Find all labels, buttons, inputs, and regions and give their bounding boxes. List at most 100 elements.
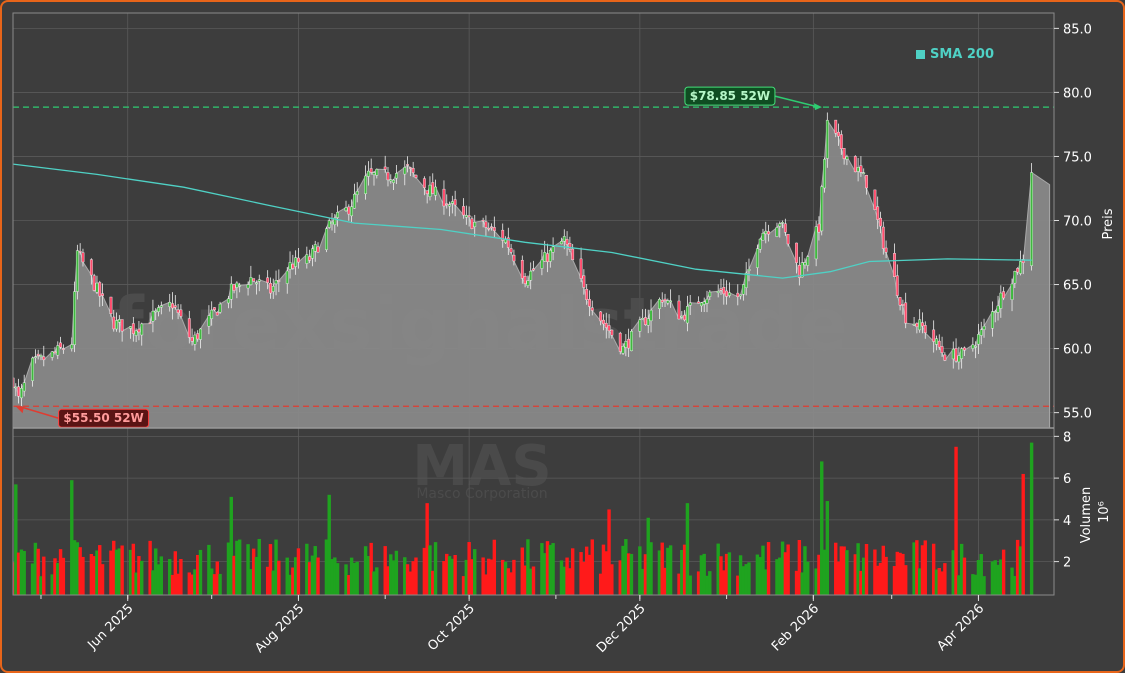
candle-body bbox=[509, 248, 513, 253]
candle-body bbox=[257, 279, 261, 282]
candle-body bbox=[862, 172, 866, 174]
candle-body bbox=[95, 282, 99, 293]
date-tick-label: Feb 2026 bbox=[769, 601, 822, 654]
candle-body bbox=[599, 311, 603, 322]
volume-tick-label: 8 bbox=[1063, 430, 1071, 445]
volume-bar bbox=[277, 560, 281, 595]
volume-bar bbox=[610, 564, 614, 595]
candle-body bbox=[406, 164, 409, 166]
volume-bar bbox=[982, 576, 986, 595]
candle-body bbox=[81, 252, 85, 263]
candle-body bbox=[98, 282, 102, 297]
volume-bar bbox=[22, 550, 26, 595]
candle-body bbox=[428, 184, 432, 197]
candle-body bbox=[422, 178, 426, 188]
candle-body bbox=[285, 270, 289, 284]
candle-body bbox=[112, 316, 116, 330]
candle-body bbox=[78, 251, 82, 253]
candle-body bbox=[70, 344, 74, 349]
candle-body bbox=[36, 353, 40, 356]
candle-body bbox=[1030, 172, 1034, 266]
high-52w-label: $78.85 52W bbox=[690, 89, 770, 103]
candle-body bbox=[845, 156, 849, 160]
volume-bar bbox=[531, 566, 536, 595]
candle-body bbox=[641, 318, 645, 320]
candle-body bbox=[820, 186, 824, 232]
volume-bar bbox=[590, 539, 594, 595]
candle-body bbox=[403, 167, 407, 175]
volume-bar bbox=[237, 539, 242, 595]
candle-body bbox=[383, 166, 387, 170]
candle-body bbox=[31, 357, 34, 381]
candle-body bbox=[311, 248, 314, 259]
volume-tick-label: 2 bbox=[1063, 556, 1071, 571]
candle-body bbox=[229, 283, 233, 300]
candle-body bbox=[747, 269, 751, 271]
stock-chart: forexsignalstrade $78.85 52W$55.50 52W M… bbox=[12, 12, 1116, 656]
volume-bar bbox=[159, 556, 164, 595]
candle-body bbox=[467, 215, 471, 218]
candle-body bbox=[470, 218, 474, 229]
date-tick-label: Oct 2025 bbox=[425, 601, 478, 654]
candle-body bbox=[350, 206, 354, 217]
price-tick-label: 80.0 bbox=[1063, 86, 1092, 101]
candle-body bbox=[806, 256, 810, 266]
candle-body bbox=[327, 220, 331, 228]
date-tick-label: Dec 2025 bbox=[594, 601, 649, 656]
candle-body bbox=[386, 172, 390, 181]
volume-tick-label: 4 bbox=[1063, 514, 1071, 529]
candle-body bbox=[814, 226, 818, 260]
volume-bar bbox=[884, 556, 888, 595]
volume-bar bbox=[649, 542, 653, 595]
candle-body bbox=[823, 159, 826, 189]
candle-body bbox=[741, 284, 745, 295]
candle-body bbox=[624, 341, 628, 348]
candle-body bbox=[618, 332, 622, 352]
candle-body bbox=[904, 302, 908, 324]
candle-body bbox=[89, 259, 93, 276]
candle-body bbox=[448, 204, 451, 207]
price-tick-label: 55.0 bbox=[1063, 407, 1092, 422]
volume-bar bbox=[629, 553, 634, 595]
candle-body bbox=[1016, 268, 1020, 273]
volume-axis-scale: 10⁶ bbox=[1097, 501, 1112, 523]
candle-body bbox=[697, 301, 701, 304]
candle-body bbox=[565, 239, 569, 245]
candle-body bbox=[227, 298, 230, 304]
candle-body bbox=[313, 244, 317, 252]
volume-bar bbox=[218, 573, 222, 595]
candle-body bbox=[101, 293, 104, 296]
volume-bar bbox=[806, 561, 810, 595]
candle-body bbox=[157, 307, 160, 312]
candle-body bbox=[778, 223, 782, 227]
candle-body bbox=[700, 302, 703, 307]
candle-body bbox=[159, 305, 163, 308]
candle-body bbox=[795, 242, 798, 263]
volume-bar bbox=[375, 567, 379, 595]
candle-body bbox=[277, 280, 281, 282]
candle-body bbox=[744, 272, 748, 288]
volume-bar bbox=[747, 562, 751, 595]
candle-body bbox=[607, 325, 611, 332]
candle-body bbox=[932, 329, 936, 342]
candle-body bbox=[520, 259, 524, 279]
candle-body bbox=[649, 309, 653, 322]
candle-body bbox=[627, 338, 631, 349]
candle-body bbox=[344, 207, 348, 211]
candle-body bbox=[767, 231, 770, 235]
watermark-company: Masco Corporation bbox=[416, 486, 547, 502]
candle-body bbox=[252, 278, 256, 282]
volume-bar bbox=[1001, 549, 1006, 595]
candle-body bbox=[630, 331, 633, 352]
candle-body bbox=[951, 348, 955, 360]
candle-body bbox=[708, 291, 712, 297]
candle-body bbox=[210, 309, 214, 319]
candle-body bbox=[526, 280, 530, 286]
candle-body bbox=[918, 319, 922, 331]
candle-body bbox=[859, 165, 863, 173]
candle-body bbox=[213, 307, 216, 310]
candle-body bbox=[943, 354, 947, 361]
candle-body bbox=[677, 300, 681, 320]
candle-body bbox=[92, 275, 96, 291]
volume-bar bbox=[825, 501, 830, 595]
